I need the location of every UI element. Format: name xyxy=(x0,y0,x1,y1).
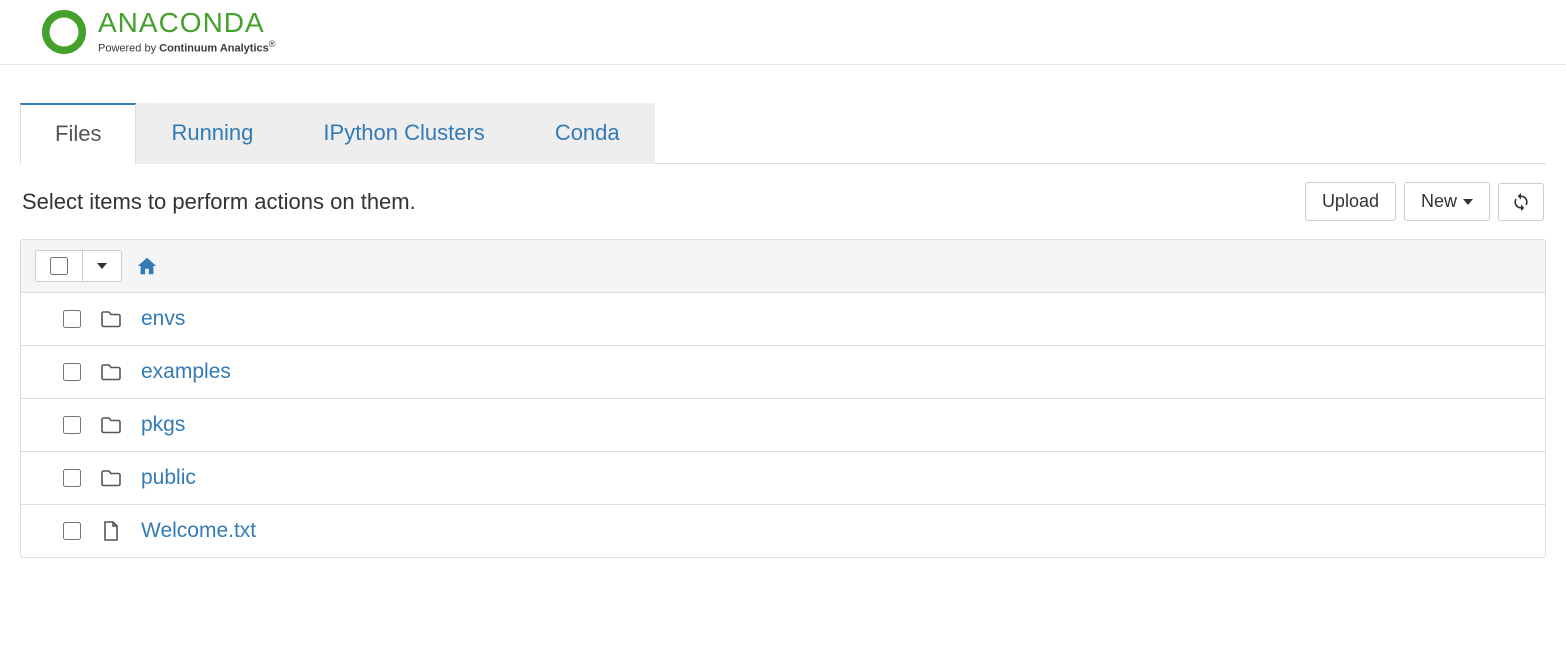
folder-icon xyxy=(99,413,123,437)
folder-icon xyxy=(99,307,123,331)
select-all-checkbox[interactable] xyxy=(50,257,68,275)
brand-logo[interactable]: ANACONDA Powered by Continuum Analytics® xyxy=(40,8,1546,56)
brand-title: ANACONDA xyxy=(98,9,276,37)
item-name-link[interactable]: public xyxy=(141,466,196,490)
list-item: envs xyxy=(21,293,1545,345)
row-checkbox[interactable] xyxy=(63,416,81,434)
tab-label: Files xyxy=(55,121,101,146)
folder-icon xyxy=(99,466,123,490)
row-checkbox[interactable] xyxy=(63,310,81,328)
tab-files[interactable]: Files xyxy=(20,103,136,164)
select-dropdown[interactable] xyxy=(82,251,121,281)
new-dropdown-button[interactable]: New xyxy=(1404,182,1490,221)
brand-tagline: Powered by Continuum Analytics® xyxy=(98,39,276,55)
list-item: Welcome.txt xyxy=(21,504,1545,557)
tab-label: Conda xyxy=(555,120,620,145)
item-name-link[interactable]: envs xyxy=(141,307,185,331)
selection-hint: Select items to perform actions on them. xyxy=(22,189,416,215)
tab-label: Running xyxy=(171,120,253,145)
row-checkbox[interactable] xyxy=(63,522,81,540)
tab-running[interactable]: Running xyxy=(136,103,288,164)
folder-icon xyxy=(99,360,123,384)
refresh-icon xyxy=(1511,192,1531,212)
button-label: New xyxy=(1421,191,1457,212)
tab-label: IPython Clusters xyxy=(323,120,484,145)
main-tabs: Files Running IPython Clusters Conda xyxy=(20,103,1546,164)
refresh-button[interactable] xyxy=(1498,183,1544,221)
list-item: examples xyxy=(21,345,1545,398)
select-all-group xyxy=(35,250,122,282)
tab-conda[interactable]: Conda xyxy=(520,103,655,164)
file-icon xyxy=(99,519,123,543)
toolbar-actions: Upload New xyxy=(1305,182,1544,221)
home-icon xyxy=(136,255,158,277)
button-label: Upload xyxy=(1322,191,1379,212)
upload-button[interactable]: Upload xyxy=(1305,182,1396,221)
list-item: public xyxy=(21,451,1545,504)
list-item: pkgs xyxy=(21,398,1545,451)
header: ANACONDA Powered by Continuum Analytics® xyxy=(0,0,1566,65)
file-listing: envs examples pkgs public Welcome.txt xyxy=(20,239,1546,558)
tagline-bold: Continuum Analytics xyxy=(159,43,269,55)
item-name-link[interactable]: Welcome.txt xyxy=(141,519,256,543)
tagline-prefix: Powered by xyxy=(98,43,159,55)
toolbar: Select items to perform actions on them.… xyxy=(20,164,1546,239)
list-header xyxy=(21,240,1545,293)
brand-text: ANACONDA Powered by Continuum Analytics® xyxy=(98,9,276,55)
select-all-checkbox-wrapper[interactable] xyxy=(36,251,82,281)
breadcrumb-home[interactable] xyxy=(136,255,158,277)
caret-down-icon xyxy=(97,263,107,269)
tab-ipython-clusters[interactable]: IPython Clusters xyxy=(288,103,519,164)
anaconda-ring-icon xyxy=(40,8,88,56)
item-name-link[interactable]: pkgs xyxy=(141,413,185,437)
item-name-link[interactable]: examples xyxy=(141,360,231,384)
row-checkbox[interactable] xyxy=(63,469,81,487)
caret-down-icon xyxy=(1463,199,1473,205)
row-checkbox[interactable] xyxy=(63,363,81,381)
